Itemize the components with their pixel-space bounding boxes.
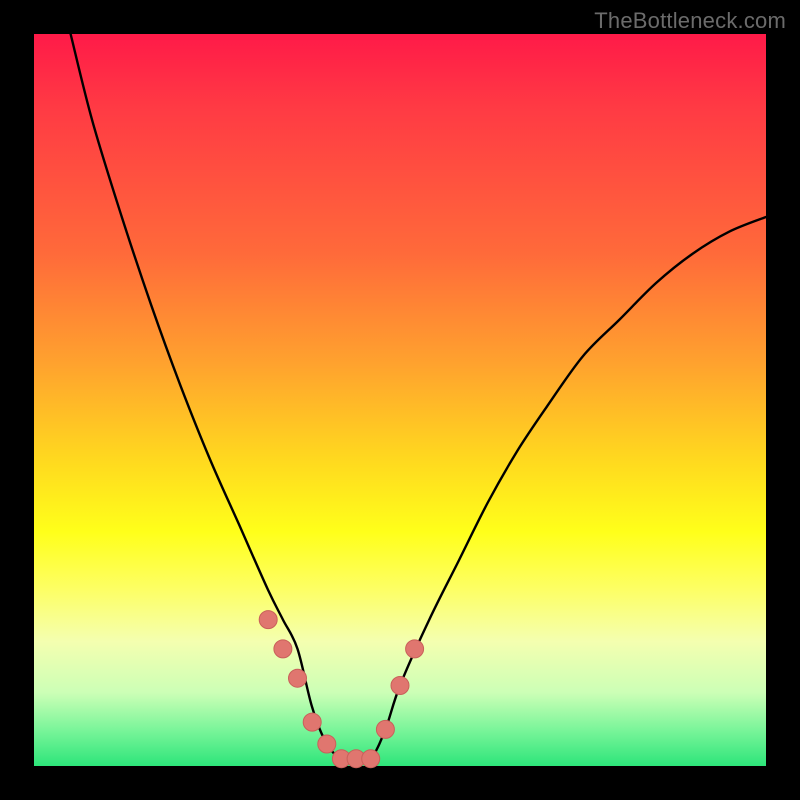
trough-marker [406,640,424,658]
trough-marker [362,750,380,768]
trough-markers [259,611,423,768]
plot-area [34,34,766,766]
trough-marker [318,735,336,753]
chart-frame: TheBottleneck.com [0,0,800,800]
trough-marker [289,669,307,687]
trough-marker [259,611,277,629]
trough-marker [391,677,409,695]
watermark-text: TheBottleneck.com [594,8,786,34]
trough-marker [376,720,394,738]
trough-marker [303,713,321,731]
trough-marker [274,640,292,658]
curve-svg [34,34,766,766]
